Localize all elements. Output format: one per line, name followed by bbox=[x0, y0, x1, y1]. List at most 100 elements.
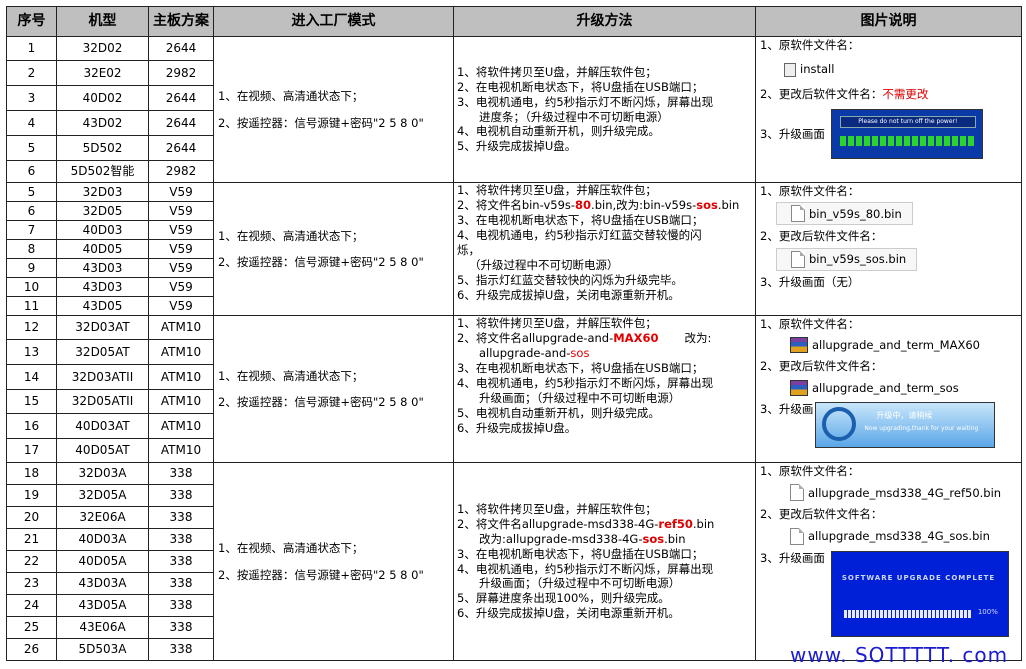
row-board: ATM10 bbox=[148, 364, 214, 390]
orig-file-name: bin_v59s_80.bin bbox=[809, 206, 902, 221]
rename-file-name: allupgrade_msd338_4G_sos.bin bbox=[808, 529, 990, 544]
row-model: 32D03AT bbox=[56, 315, 149, 340]
row-board: ATM10 bbox=[148, 413, 214, 439]
row-index: 14 bbox=[6, 364, 57, 390]
file-icon bbox=[790, 527, 804, 545]
row-board: 338 bbox=[148, 616, 214, 639]
upgrade-steps: 1、将软件拷贝至U盘，并解压软件包； 2、将文件名allupgrade-and-… bbox=[453, 315, 756, 463]
row-board: ATM10 bbox=[148, 438, 214, 463]
entry-step: 2、按遥控器：信号源键+密码"2 5 8 0" bbox=[218, 395, 424, 409]
rename-value: 不需更改 bbox=[882, 86, 929, 101]
table-row: 12 32D03AT ATM10 1、在视频、高清通状态下； 2、按遥控器：信号… bbox=[6, 315, 1022, 463]
table-row: 18 32D03A 338 1、在视频、高清通状态下； 2、按遥控器：信号源键+… bbox=[6, 462, 1022, 661]
row-index: 5 bbox=[6, 182, 57, 202]
row-model: 32E06A bbox=[56, 506, 149, 529]
picture-notes: 1、原软件文件名： allupgrade_msd338_4G_ref50.bin… bbox=[755, 462, 1022, 661]
rename-file-name: bin_v59s_sos.bin bbox=[809, 252, 907, 267]
upgrade-step: 4、电视机自动重新开机，则升级完成。 bbox=[457, 124, 660, 139]
row-board: 2644 bbox=[148, 36, 214, 61]
factory-mode-steps: 1、在视频、高清通状态下； 2、按遥控器：信号源键+密码"2 5 8 0" bbox=[213, 36, 454, 183]
rename-file: bin_v59s_sos.bin bbox=[776, 247, 918, 271]
row-index: 18 bbox=[6, 462, 57, 485]
factory-mode-steps: 1、在视频、高清通状态下； 2、按遥控器：信号源键+密码"2 5 8 0" bbox=[213, 315, 454, 463]
step-text: .bin bbox=[692, 516, 715, 531]
screen-text: Please do not turn off the power! bbox=[839, 116, 976, 129]
screen-label: 3、升级画 bbox=[760, 401, 814, 416]
step-text: 2、将文件名allupgrade-msd338-4G- bbox=[457, 516, 659, 531]
row-model: 40D05 bbox=[56, 239, 149, 259]
table-row: 1 32D02 2644 1、在视频、高清通状态下； 2、按遥控器：信号源键+密… bbox=[6, 36, 1022, 183]
orig-file: allupgrade_and_term_MAX60 bbox=[776, 335, 990, 355]
row-model: 32D03ATII bbox=[56, 364, 149, 390]
row-index: 25 bbox=[6, 616, 57, 639]
rename-file: allupgrade_msd338_4G_sos.bin bbox=[776, 526, 1000, 547]
row-index: 24 bbox=[6, 594, 57, 617]
row-board: V59 bbox=[148, 258, 214, 278]
entry-step: 2、按遥控器：信号源键+密码"2 5 8 0" bbox=[218, 255, 424, 269]
upgrade-step: 6、升级完成拔掉U盘，关闭电源重新开机。 bbox=[457, 287, 680, 302]
row-model: 32D05AT bbox=[56, 339, 149, 365]
firmware-upgrade-table: 序号 机型 主板方案 进入工厂模式 升级方法 图片说明 1 32D02 2644… bbox=[6, 6, 1022, 661]
upgrade-step: 2、将文件名bin-v59s-80.bin,改为:bin-v59s-sos.bi… bbox=[457, 198, 752, 213]
row-model: 43D05 bbox=[56, 296, 149, 316]
file-icon bbox=[791, 250, 805, 268]
orig-file: allupgrade_msd338_4G_ref50.bin bbox=[776, 482, 1011, 503]
picture-notes: 1、原软件文件名： allupgrade_and_term_MAX60 2、更改… bbox=[755, 315, 1022, 463]
upgrade-step: 1、将软件拷贝至U盘，并解压软件包； bbox=[457, 316, 657, 330]
upgrade-step: 5、电视机自动重新开机，则升级完成。 bbox=[457, 405, 660, 420]
row-model: 40D05AT bbox=[56, 438, 149, 463]
row-index: 5 bbox=[6, 135, 57, 161]
archive-icon bbox=[790, 379, 808, 396]
upgrade-step: 2、在电视机断电状态下，将U盘插在USB端口； bbox=[457, 79, 704, 94]
row-board: 338 bbox=[148, 638, 214, 661]
header-picture-notes: 图片说明 bbox=[755, 6, 1022, 37]
upgrade-step: allupgrade-and-sos bbox=[457, 346, 752, 361]
picture-notes: 1、原软件文件名： bin_v59s_80.bin 2、更改后软件文件名： bi… bbox=[755, 182, 1022, 316]
row-board: 338 bbox=[148, 594, 214, 617]
row-board: 338 bbox=[148, 572, 214, 595]
upgrade-step: 升级画面；（升级过程中不可切断电源） bbox=[479, 390, 681, 405]
row-index: 21 bbox=[6, 528, 57, 551]
orig-file-label: 1、原软件文件名： bbox=[760, 38, 860, 52]
upgrade-step: 1、将软件拷贝至U盘，并解压软件包； bbox=[457, 64, 657, 79]
old-name-highlight: MAX60 bbox=[613, 330, 659, 345]
new-name-highlight: sos bbox=[642, 531, 665, 546]
row-model: 32D05 bbox=[56, 201, 149, 221]
header-upgrade-method: 升级方法 bbox=[453, 6, 756, 37]
row-board: 2982 bbox=[148, 60, 214, 86]
orig-file-label: 1、原软件文件名： bbox=[760, 317, 860, 331]
orig-file-label: 1、原软件文件名： bbox=[760, 184, 860, 198]
rename-label: 2、更改后软件文件名： bbox=[760, 507, 883, 522]
row-board: 338 bbox=[148, 462, 214, 485]
row-board: V59 bbox=[148, 182, 214, 202]
row-model: 5D503A bbox=[56, 638, 149, 661]
entry-step: 2、按遥控器：信号源键+密码"2 5 8 0" bbox=[218, 115, 424, 130]
row-model: 40D03 bbox=[56, 220, 149, 240]
progress-bar bbox=[843, 609, 972, 618]
upgrade-steps: 1、将软件拷贝至U盘，并解压软件包； 2、在电视机断电状态下，将U盘插在USB端… bbox=[453, 36, 756, 183]
row-board: V59 bbox=[148, 201, 214, 221]
install-file-icon bbox=[784, 62, 796, 77]
header-index: 序号 bbox=[6, 6, 57, 37]
upgrade-step: 5、指示灯红蓝交替较快的闪烁为升级完毕。 bbox=[457, 272, 683, 287]
row-model: 32D03A bbox=[56, 462, 149, 485]
row-index: 17 bbox=[6, 438, 57, 463]
upgrade-step: 4、电视机通电，约5秒指示灯红蓝交替较慢的闪 bbox=[457, 227, 702, 242]
row-index: 19 bbox=[6, 484, 57, 507]
step-text: 改为: bbox=[684, 330, 712, 345]
progress-percent: 100% bbox=[977, 607, 998, 616]
brand-logo-icon bbox=[822, 406, 857, 441]
watermark: www. SOTTTTT. com bbox=[790, 643, 1009, 667]
row-model: 40D02 bbox=[56, 85, 149, 111]
upgrade-step: 6、升级完成拔掉U盘。 bbox=[457, 420, 577, 435]
screen-text: SOFTWARE UPGRADE COMPLETE bbox=[841, 573, 996, 582]
new-name-highlight: sos bbox=[696, 197, 718, 212]
row-index: 9 bbox=[6, 258, 57, 278]
row-board: 338 bbox=[148, 528, 214, 551]
progress-bar bbox=[839, 136, 974, 147]
row-index: 2 bbox=[6, 60, 57, 86]
row-index: 13 bbox=[6, 339, 57, 365]
row-model: 32D03 bbox=[56, 182, 149, 202]
row-index: 12 bbox=[6, 315, 57, 340]
upgrade-step: 3、在电视机断电状态下，将U盘插在USB端口； bbox=[457, 212, 704, 227]
